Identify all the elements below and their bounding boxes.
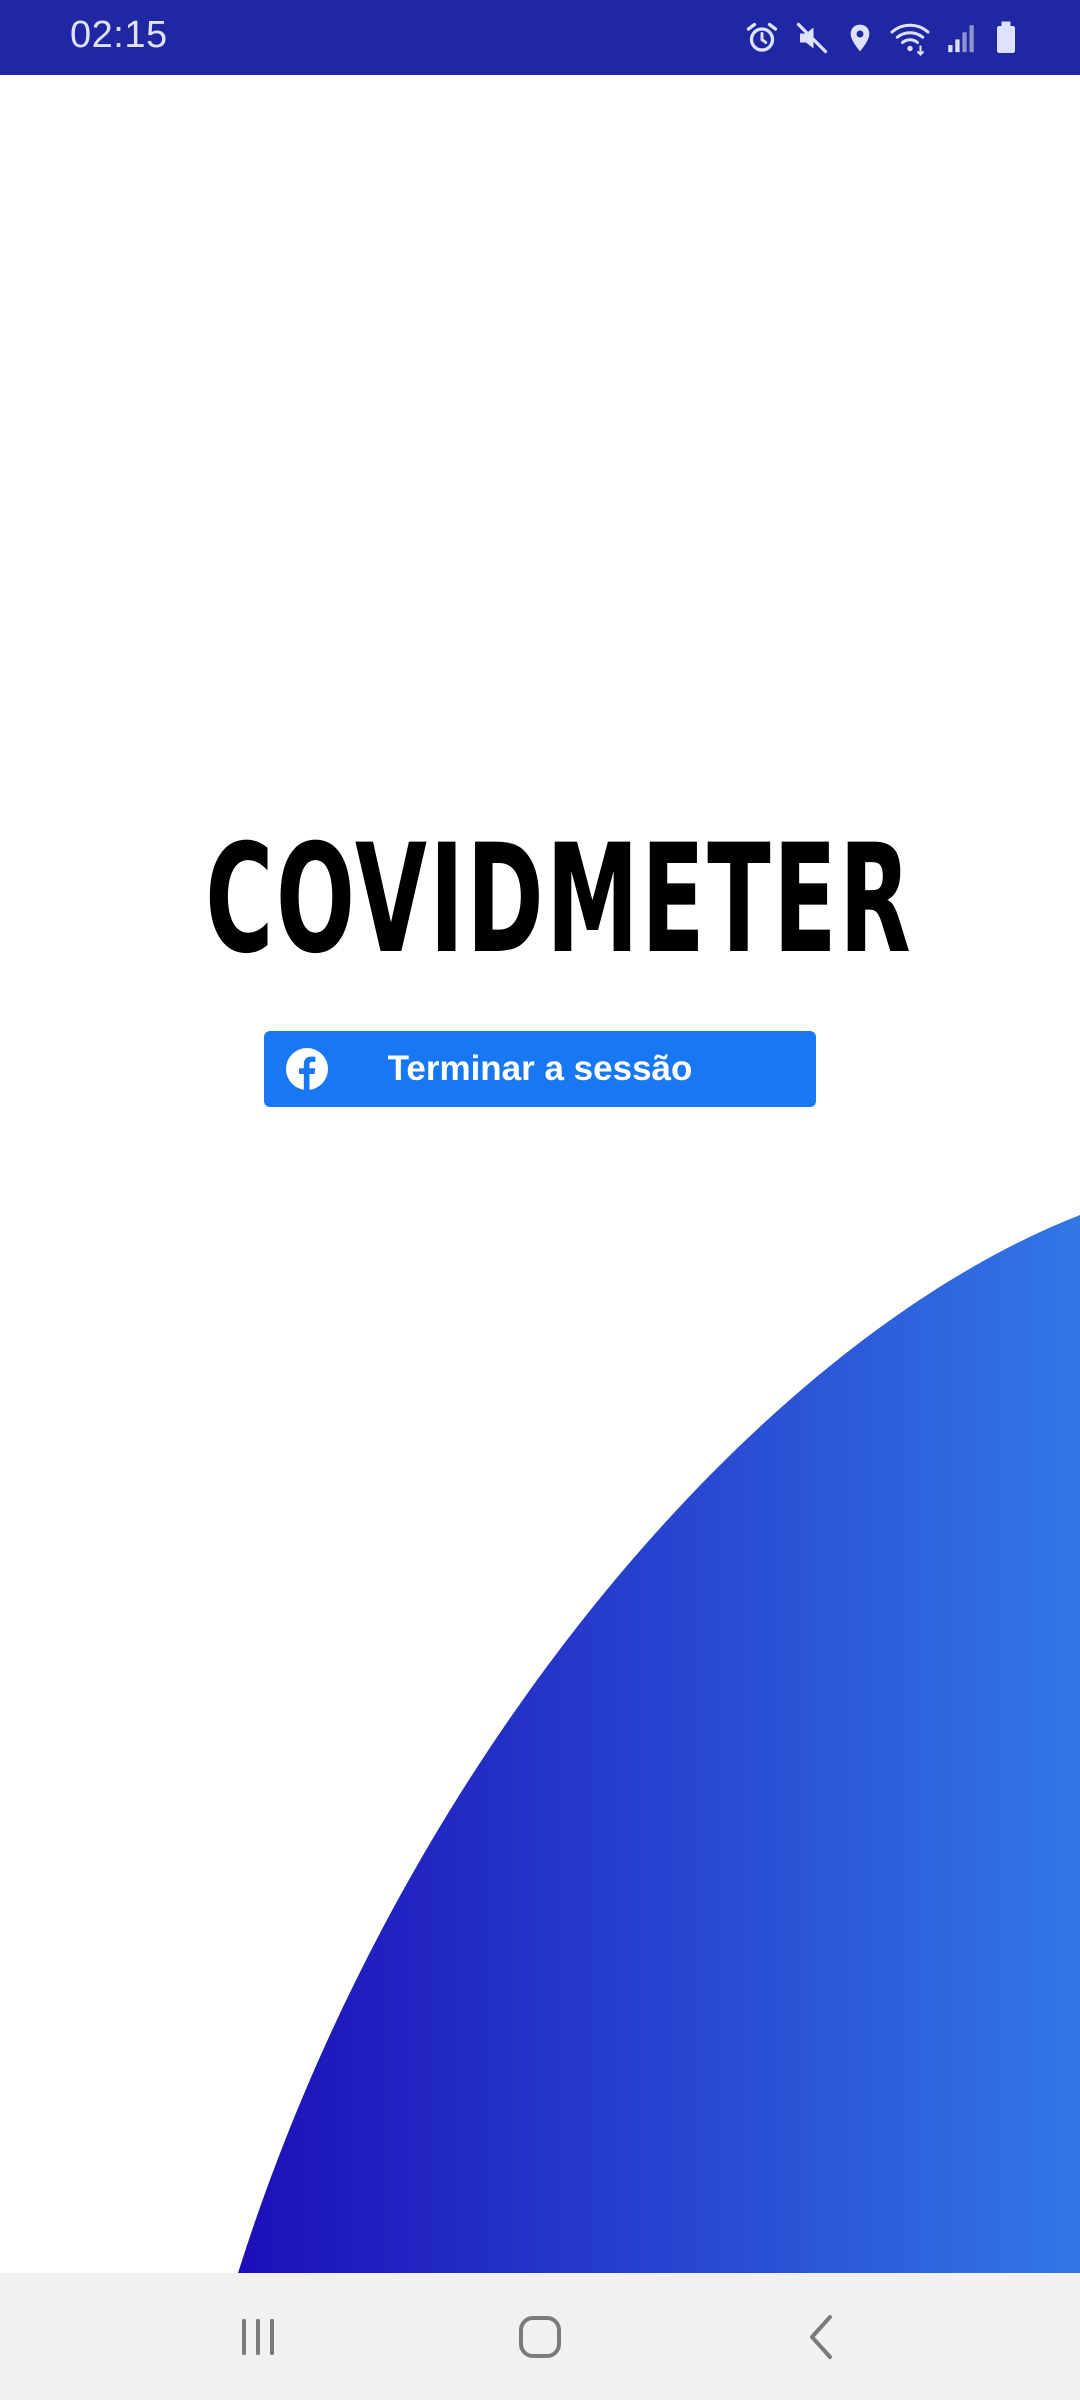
app-title: COVIDMETER	[205, 813, 914, 987]
status-bar: 02:15	[0, 0, 1080, 75]
location-icon	[850, 24, 870, 52]
mute-icon	[796, 22, 828, 54]
battery-icon	[997, 21, 1015, 53]
app-screen: 02:15 COVIDMETER Terminar a sessão	[0, 0, 1080, 2400]
back-icon	[810, 2315, 832, 2359]
recent-apps-icon	[242, 2319, 274, 2355]
home-icon	[519, 2316, 561, 2358]
recent-apps-button[interactable]	[198, 2297, 318, 2377]
home-button[interactable]	[480, 2297, 600, 2377]
signal-icon	[948, 25, 974, 53]
wifi-icon	[890, 23, 930, 56]
status-icons	[744, 16, 1020, 60]
back-button[interactable]	[762, 2297, 882, 2377]
alarm-icon	[746, 22, 778, 52]
status-time: 02:15	[70, 14, 168, 56]
decorative-gradient-shape	[238, 1215, 1080, 2273]
navigation-bar	[0, 2273, 1080, 2400]
facebook-logout-label: Terminar a sessão	[387, 1049, 693, 1088]
facebook-logout-button[interactable]: Terminar a sessão	[264, 1031, 816, 1107]
